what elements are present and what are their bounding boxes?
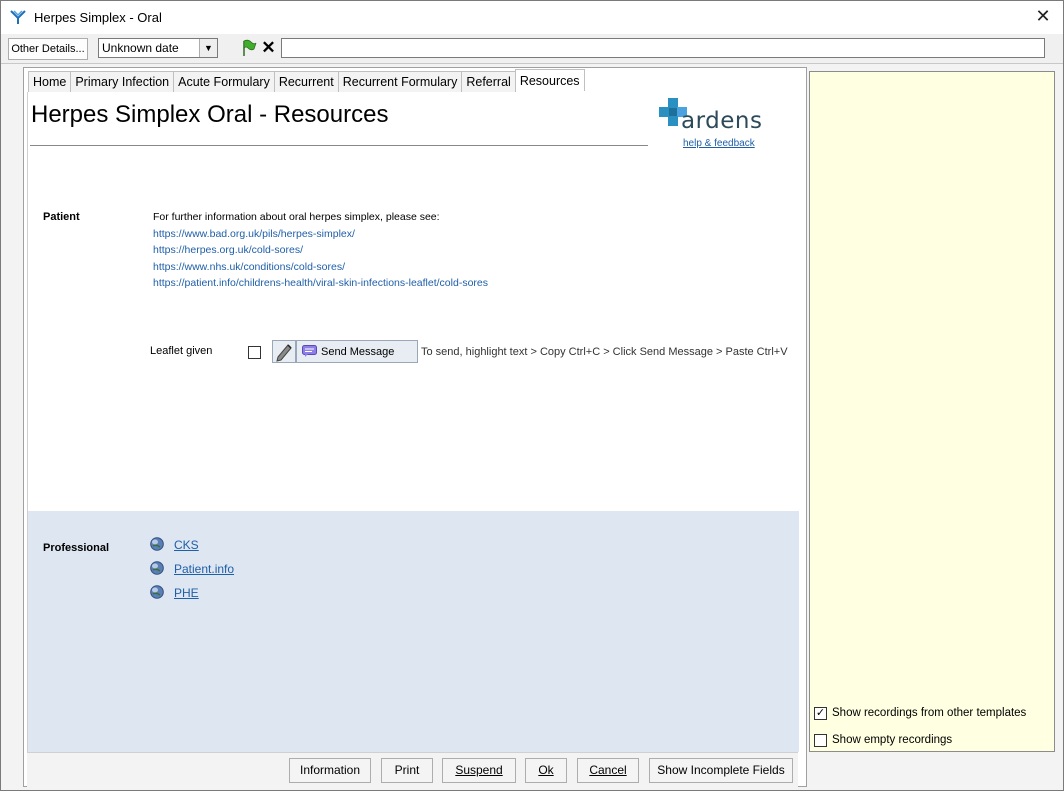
show-other-templates-checkbox[interactable]: ✓ (814, 707, 827, 720)
professional-link-patient-info[interactable]: Patient.info (174, 562, 234, 576)
edit-button[interactable] (272, 340, 296, 363)
title-divider (30, 145, 648, 146)
patient-link-herpes-org[interactable]: https://herpes.org.uk/cold-sores/ (153, 244, 303, 256)
app-logo-icon (10, 10, 26, 24)
professional-link-cks[interactable]: CKS (174, 538, 199, 552)
tab-primary-infection[interactable]: Primary Infection (70, 71, 175, 92)
cancel-button[interactable]: Cancel (577, 758, 639, 783)
ardens-logo: ardens (659, 98, 769, 138)
message-icon (302, 345, 317, 357)
tab-recurrent-formulary[interactable]: Recurrent Formulary (337, 71, 463, 92)
resources-page: Herpes Simplex Oral - Resources ardens h… (27, 92, 799, 752)
patient-section-label: Patient (43, 211, 80, 223)
date-value: Unknown date (102, 41, 179, 55)
leaflet-given-checkbox[interactable] (248, 346, 261, 359)
suspend-button[interactable]: Suspend (442, 758, 516, 783)
patient-link-nhs[interactable]: https://www.nhs.uk/conditions/cold-sores… (153, 261, 345, 273)
globe-icon (150, 561, 164, 575)
professional-link-phe[interactable]: PHE (174, 586, 199, 600)
close-icon[interactable]: ✕ (1031, 5, 1055, 29)
information-button[interactable]: Information (289, 758, 371, 783)
show-incomplete-fields-button[interactable]: Show Incomplete Fields (649, 758, 793, 783)
title-bar: Herpes Simplex - Oral ✕ (1, 1, 1063, 34)
globe-icon (150, 585, 164, 599)
tab-home[interactable]: Home (28, 71, 72, 92)
tab-recurrent[interactable]: Recurrent (273, 71, 339, 92)
ok-button[interactable]: Ok (525, 758, 567, 783)
date-select[interactable]: Unknown date ▼ (98, 38, 218, 58)
help-feedback-link[interactable]: help & feedback (683, 138, 755, 149)
send-message-label: Send Message (321, 346, 395, 358)
template-window: Herpes Simplex - Oral ✕ Other Details...… (0, 0, 1064, 791)
professional-section-label: Professional (43, 542, 110, 554)
globe-icon (150, 537, 164, 551)
window-title: Herpes Simplex - Oral (34, 10, 162, 25)
tab-referral[interactable]: Referral (461, 71, 516, 92)
leaflet-given-label: Leaflet given (150, 345, 213, 357)
patient-link-patient-info[interactable]: https://patient.info/childrens-health/vi… (153, 277, 488, 289)
logo-text: ardens (681, 108, 763, 134)
toolbar: Other Details... Unknown date ▼ ✕ (1, 34, 1063, 64)
send-hint-text: To send, highlight text > Copy Ctrl+C > … (421, 346, 788, 358)
send-message-button[interactable]: Send Message (296, 340, 418, 363)
tab-strip: Home Primary Infection Acute Formulary R… (28, 69, 585, 92)
show-other-templates-label: Show recordings from other templates (832, 707, 1027, 719)
patient-intro-text: For further information about oral herpe… (153, 211, 440, 223)
chevron-down-icon[interactable]: ▼ (199, 39, 217, 57)
other-details-button[interactable]: Other Details... (8, 38, 88, 60)
bottom-button-bar: Information Print Suspend Ok Cancel Show… (27, 752, 798, 787)
free-text-input[interactable] (281, 38, 1045, 58)
clear-icon[interactable]: ✕ (259, 38, 278, 58)
tab-acute-formulary[interactable]: Acute Formulary (173, 71, 275, 92)
tab-resources[interactable]: Resources (514, 69, 585, 91)
flag-icon[interactable] (239, 38, 258, 58)
recordings-panel: ✓ Show recordings from other templates S… (809, 71, 1055, 752)
show-empty-checkbox[interactable] (814, 734, 827, 747)
patient-link-bad[interactable]: https://www.bad.org.uk/pils/herpes-simpl… (153, 228, 355, 240)
page-title: Herpes Simplex Oral - Resources (31, 101, 389, 128)
pencil-icon (276, 344, 292, 362)
show-empty-label: Show empty recordings (832, 734, 953, 746)
print-button[interactable]: Print (381, 758, 433, 783)
professional-section: Professional CKS Patient.info PHE (28, 511, 799, 752)
